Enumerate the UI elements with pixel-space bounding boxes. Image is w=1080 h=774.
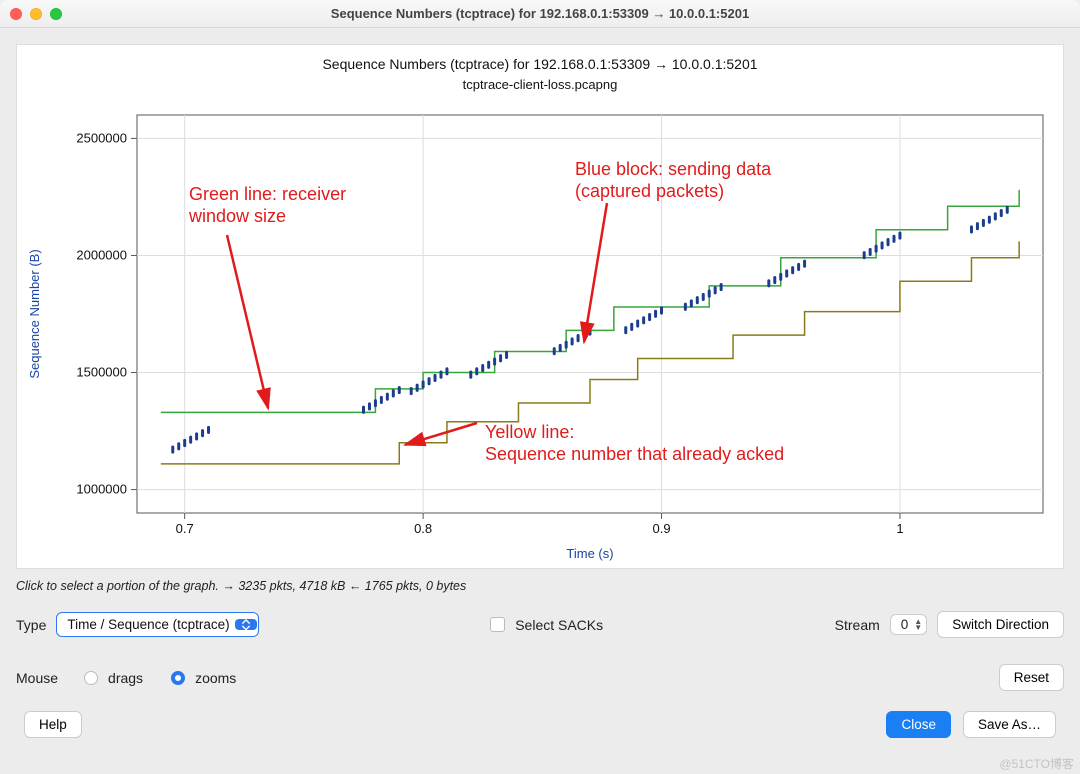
svg-text:Blue block: sending data: Blue block: sending data [575, 159, 772, 179]
svg-text:0.7: 0.7 [176, 521, 194, 536]
stream-value: 0 [901, 617, 909, 632]
window-title: Sequence Numbers (tcptrace) for 192.168.… [0, 6, 1080, 21]
select-sacks-checkbox[interactable] [490, 617, 505, 632]
svg-text:Sequence Numbers (tcptrace) fo: Sequence Numbers (tcptrace) for 192.168.… [322, 56, 757, 72]
svg-text:0.9: 0.9 [652, 521, 670, 536]
stepper-arrows-icon: ▲▼ [914, 619, 922, 631]
save-as-button[interactable]: Save As… [963, 711, 1056, 738]
mouse-label: Mouse [16, 670, 58, 686]
traffic-lights [10, 8, 62, 20]
app-window: Sequence Numbers (tcptrace) for 192.168.… [0, 0, 1080, 774]
svg-text:1500000: 1500000 [76, 365, 127, 380]
mouse-zooms-radio[interactable] [171, 671, 185, 685]
titlebar: Sequence Numbers (tcptrace) for 192.168.… [0, 0, 1080, 28]
svg-text:1000000: 1000000 [76, 482, 127, 497]
svg-text:2000000: 2000000 [76, 247, 127, 262]
reset-button[interactable]: Reset [999, 664, 1064, 691]
svg-text:Green line: receiver: Green line: receiver [189, 184, 346, 204]
svg-text:Time (s): Time (s) [566, 546, 613, 561]
type-label: Type [16, 617, 46, 633]
type-select[interactable]: Time / Sequence (tcptrace) [56, 617, 258, 632]
mouse-zooms-label: zooms [195, 670, 236, 686]
switch-direction-button[interactable]: Switch Direction [937, 611, 1064, 638]
chart[interactable]: Sequence Numbers (tcptrace) for 192.168.… [16, 44, 1064, 569]
minimize-window-icon[interactable] [30, 8, 42, 20]
hint-text: Click to select a portion of the graph. … [16, 579, 1064, 593]
help-button[interactable]: Help [24, 711, 82, 738]
chevron-updown-icon [235, 619, 257, 630]
type-select-value: Time / Sequence (tcptrace) [56, 612, 258, 637]
stream-label: Stream [835, 617, 880, 633]
svg-text:Yellow line:: Yellow line: [485, 422, 574, 442]
svg-text:tcptrace-client-loss.pcapng: tcptrace-client-loss.pcapng [463, 77, 618, 92]
mouse-drags-label: drags [108, 670, 143, 686]
mouse-drags-radio[interactable] [84, 671, 98, 685]
yellow-line [161, 241, 1019, 463]
content-area: Sequence Numbers (tcptrace) for 192.168.… [0, 28, 1080, 774]
close-window-icon[interactable] [10, 8, 22, 20]
bottom-bar: Help Close Save As… [16, 703, 1064, 750]
svg-text:window size: window size [188, 206, 286, 226]
svg-text:1: 1 [896, 521, 903, 536]
svg-text:Sequence number that already a: Sequence number that already acked [485, 444, 784, 464]
svg-text:0.8: 0.8 [414, 521, 432, 536]
svg-text:Sequence Number (B): Sequence Number (B) [27, 249, 42, 378]
svg-text:2500000: 2500000 [76, 130, 127, 145]
select-sacks-label: Select SACKs [515, 617, 603, 633]
close-button[interactable]: Close [886, 711, 951, 738]
maximize-window-icon[interactable] [50, 8, 62, 20]
controls-row-1: Type Time / Sequence (tcptrace) Select S… [16, 611, 1064, 638]
controls-row-2: Mouse drags zooms Reset [16, 664, 1064, 691]
svg-text:(captured packets): (captured packets) [575, 181, 724, 201]
stream-stepper[interactable]: 0 ▲▼ [890, 614, 927, 635]
